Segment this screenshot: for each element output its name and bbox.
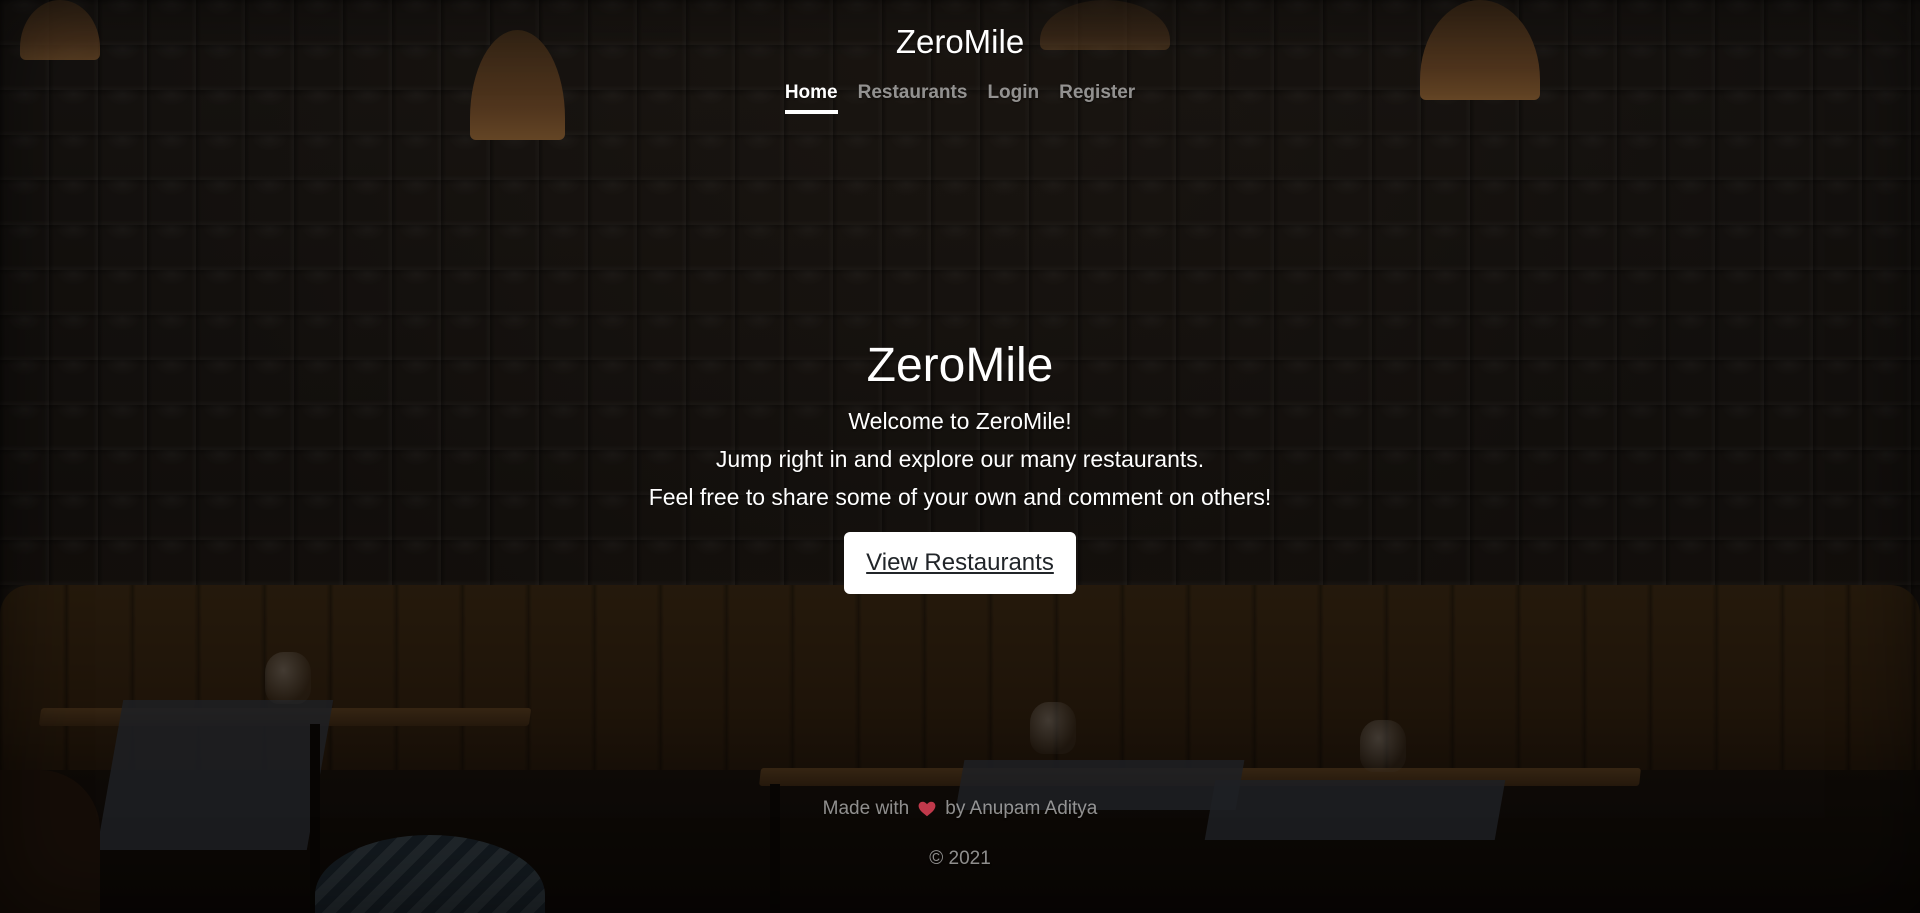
footer-made-with: Made with — [822, 798, 910, 819]
view-restaurants-button[interactable]: View Restaurants — [844, 532, 1076, 594]
footer-credit: Made with by Anupam Aditya — [823, 796, 1098, 822]
hero-line-share: Feel free to share some of your own and … — [648, 484, 1272, 510]
cover-container: ZeroMile Home Restaurants Login Register… — [0, 0, 1920, 913]
nav-link-login[interactable]: Login — [987, 82, 1039, 114]
hero-section: ZeroMile Welcome to ZeroMile! Jump right… — [0, 336, 1920, 594]
hero-title: ZeroMile — [866, 339, 1054, 392]
main-nav: Home Restaurants Login Register — [784, 82, 1135, 114]
footer-copyright: © 2021 — [929, 848, 991, 869]
site-brand: ZeroMile — [895, 23, 1025, 60]
masthead: ZeroMile Home Restaurants Login Register — [0, 0, 1920, 114]
hero-lead: Welcome to ZeroMile! Jump right in and e… — [649, 402, 1272, 516]
hero-line-explore: Jump right in and explore our many resta… — [715, 446, 1205, 472]
footer-author: by Anupam Aditya — [945, 798, 1098, 819]
footer: Made with by Anupam Aditya © 2021 — [0, 796, 1920, 872]
hero-line-welcome: Welcome to ZeroMile! — [848, 408, 1072, 434]
heart-icon — [918, 801, 936, 817]
nav-link-home[interactable]: Home — [784, 82, 838, 114]
nav-link-register[interactable]: Register — [1059, 82, 1135, 114]
nav-link-restaurants[interactable]: Restaurants — [858, 82, 968, 114]
